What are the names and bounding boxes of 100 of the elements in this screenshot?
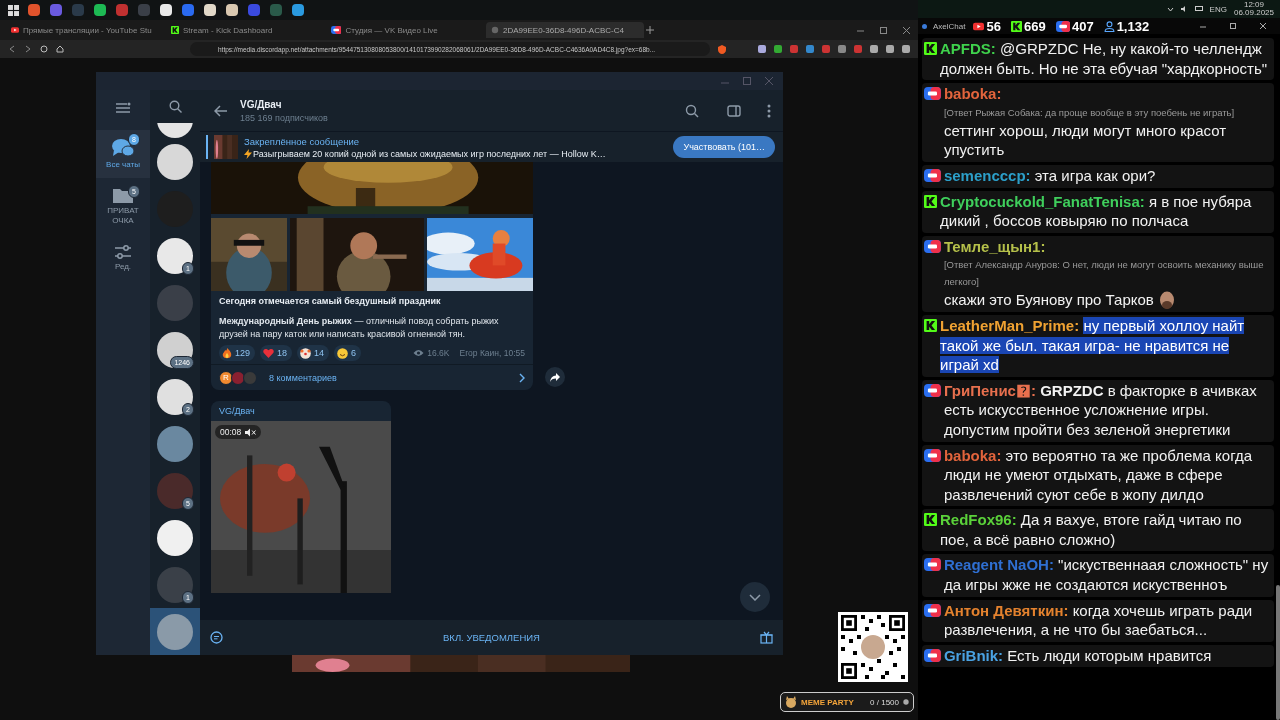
shield-icon[interactable]: [718, 44, 726, 54]
heart-icon: [263, 348, 275, 358]
gift-icon[interactable]: [760, 631, 773, 644]
maximize-icon[interactable]: [880, 26, 887, 34]
reply-quote: [Ответ Александр Ануров: О нет, люди не могут освоить механику выше легкого]: [943, 258, 1265, 290]
app-icon[interactable]: [93, 3, 107, 17]
chat-avatar: [157, 566, 193, 603]
reload-icon[interactable]: [40, 45, 48, 53]
more-icon[interactable]: [767, 103, 771, 118]
sliders-icon: [113, 244, 133, 260]
chat-avatar: [157, 143, 193, 180]
post-title: Сегодня отмечается самый бездушный праздник: [219, 296, 442, 306]
chevron-right-icon: [519, 372, 525, 383]
chevron-down-icon: [749, 593, 761, 601]
chat-message: APFDS: @GRPZDC Не, ну какой-то челлендж должен быть. Но не эта ебучая "хардкорность": [940, 39, 1269, 79]
monitor-icon[interactable]: [1194, 6, 1203, 12]
minimize-icon[interactable]: [1200, 23, 1206, 29]
app-icon[interactable]: [203, 3, 217, 17]
browser-tab[interactable]: Студия — VK Видео Live: [326, 22, 484, 38]
forward-icon[interactable]: [24, 45, 32, 53]
viewer-count: 669: [1023, 18, 1046, 34]
dog-icon: [785, 696, 797, 708]
live-badge-icon: [924, 648, 941, 662]
chat-avatar: [157, 519, 193, 556]
back-arrow-icon[interactable]: [214, 104, 228, 117]
commenter-avatar: [231, 370, 245, 385]
live-badge-icon: [924, 87, 941, 101]
play-icon: [11, 26, 19, 34]
clock-date: 06.09.2025: [1233, 9, 1274, 18]
coin-icon: [903, 699, 909, 705]
viewer-count: 407: [1071, 18, 1094, 34]
app-logo-icon: [922, 23, 927, 29]
plus-icon[interactable]: [646, 26, 654, 34]
chat-avatar: [157, 613, 193, 650]
app-icon[interactable]: [291, 3, 305, 17]
viewer-count: 1,132: [1116, 18, 1150, 34]
chat-avatar: [157, 284, 193, 321]
start-icon[interactable]: [8, 4, 19, 16]
back-icon[interactable]: [8, 45, 16, 53]
globe-icon: [491, 26, 499, 34]
sidebar-icon[interactable]: [727, 104, 741, 117]
viewer-count: 56: [986, 18, 1001, 34]
menu-icon[interactable]: [115, 102, 131, 114]
widget-title: MEME PARTY: [801, 697, 854, 707]
comments-row[interactable]: R 8 комментариев: [211, 364, 533, 390]
comment-icon[interactable]: [210, 631, 223, 644]
chevron-up-icon[interactable]: [1166, 6, 1174, 12]
maximize-icon[interactable]: [1230, 23, 1236, 29]
muted-speaker-icon[interactable]: [245, 427, 257, 437]
share-button[interactable]: [545, 367, 565, 387]
folder-tab[interactable]: Ред.: [96, 234, 150, 282]
reaction-chip[interactable]: 14: [297, 345, 330, 361]
live-badge-icon: [924, 168, 941, 182]
pinned-text: Разыгрываем 20 копий одной из самых ожидаемых игр последних лет — Hollow K…: [253, 148, 606, 159]
reaction-chip[interactable]: 6: [334, 345, 362, 361]
eye-icon: [413, 349, 425, 357]
browser-tab[interactable]: Прямые трансляции - YouTube Stu: [6, 22, 164, 38]
chat-message: semencccp: эта игра как ори?: [943, 165, 1157, 186]
chat-message: Антон Девяткин: когда хочешь играть ради развлечения, а не что бы заебаться...: [943, 600, 1254, 640]
speaker-icon[interactable]: [1180, 6, 1188, 12]
participate-button[interactable]: Участвовать (101…: [673, 136, 775, 158]
search-icon[interactable]: [685, 103, 699, 118]
chat-message: Cryptocuckold_FanatTenisa: я в пое нубяра дикий , боссов ковыряю по полчаса: [940, 191, 1253, 231]
author-name: Темле_щын1:: [943, 236, 1047, 257]
language-indicator[interactable]: ENG: [1209, 4, 1227, 14]
reaction-chip[interactable]: 18: [260, 345, 293, 361]
close-icon[interactable]: [1260, 23, 1266, 29]
close-icon[interactable]: [903, 26, 910, 34]
clown-face-icon: [300, 347, 312, 359]
pinned-title: Закреплённое сообщение: [244, 135, 361, 147]
live-badge-icon: [924, 383, 941, 397]
qr-code-drawing: [838, 612, 908, 682]
pinned-message-bar[interactable]: Закреплённое сообщение Разыгрываем 20 копий одной из самых ожидаемых игр последних лет — Hollow K… Участвовать (101…: [200, 131, 783, 162]
live-badge-icon: [331, 26, 342, 34]
chat-bubbles-icon: [111, 138, 135, 158]
app-icon[interactable]: [159, 3, 173, 17]
commenter-avatar: [243, 370, 257, 385]
live-badge-icon: [924, 448, 941, 462]
browser-tab[interactable]: Stream - Kick Dashboard: [166, 22, 324, 38]
comments-link[interactable]: 8 комментариев: [269, 372, 519, 383]
message-text: скажи это Буянову про Тарков: [943, 290, 1154, 310]
browser-tab[interactable]: 2DA99EE0-36D8-496D-ACBC-C4: [486, 22, 644, 38]
k-logo-icon: [171, 26, 179, 34]
home-icon[interactable]: [56, 45, 64, 53]
message-text: сеттинг хорош, люди могут много красот упустить: [943, 120, 1228, 160]
app-icon[interactable]: [225, 3, 239, 17]
chat-message: GriBnik: Есть люди которым нравится: [943, 645, 1213, 666]
live-badge-icon: [924, 239, 941, 253]
smiley-icon: [337, 347, 349, 359]
chat-avatar: [157, 472, 193, 509]
subscriber-count: 185 169 подписчиков: [240, 112, 329, 123]
accent-bar-icon: [206, 135, 208, 159]
search-icon[interactable]: [168, 100, 182, 113]
channel-name[interactable]: VG/Двач: [211, 401, 391, 421]
scroll-down-button[interactable]: [740, 582, 770, 612]
chat-message: Reagent NaOH: "искуственнаая сложность" ну да игры жже не создаются искуственноъ: [943, 555, 1270, 595]
share-arrow-icon: [550, 372, 560, 382]
reaction-chip[interactable]: 129: [219, 345, 256, 361]
post-text: Международный День рыжих — отличный повод собрать рыжих друзей на пару каток или написать красивой огненной тян.: [219, 315, 500, 340]
scrollbar-thumb[interactable]: [1276, 585, 1280, 720]
